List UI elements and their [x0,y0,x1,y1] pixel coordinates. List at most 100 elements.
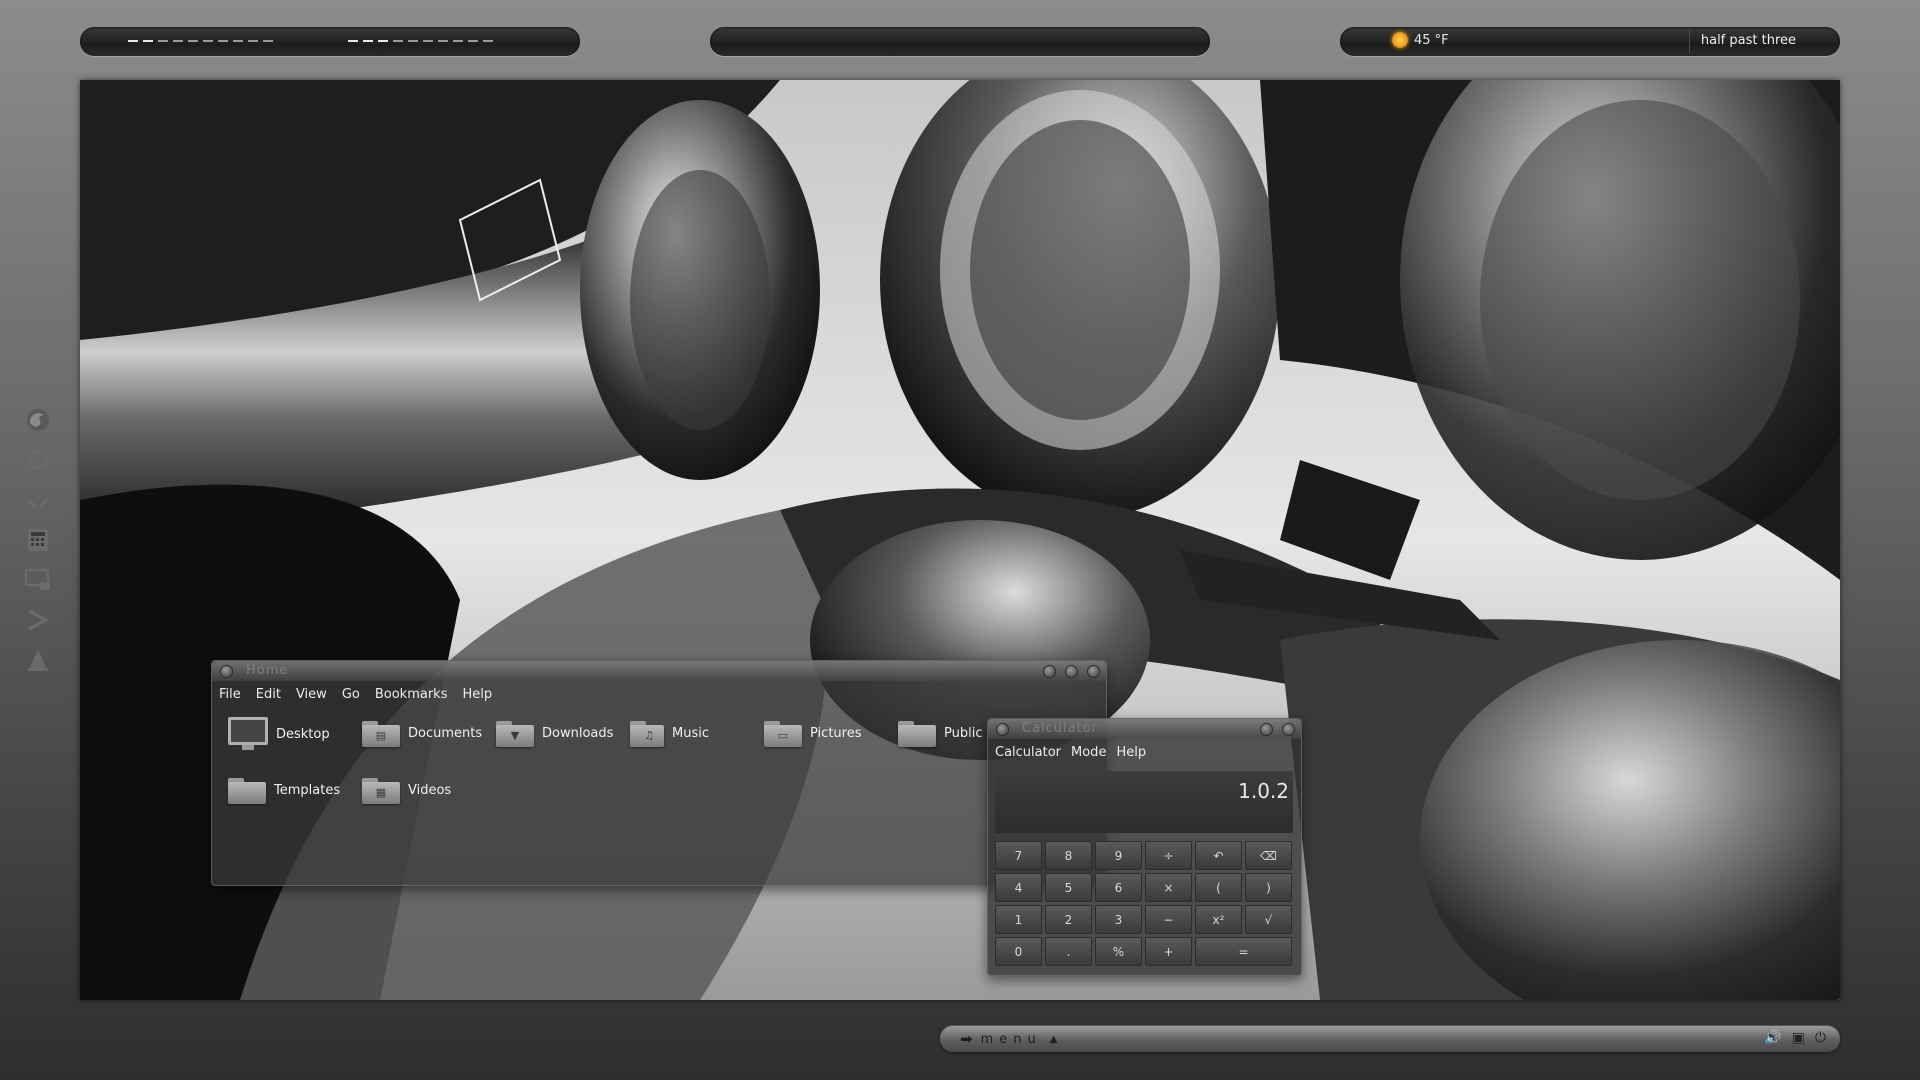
triangle-up-icon: ▲ [1049,1033,1058,1045]
menu-file[interactable]: File [219,687,241,702]
top-panel-left [80,27,580,56]
calculator-window[interactable]: Calculator Calculator Mode Help 1.0.2 7 … [987,718,1302,976]
calculator-titlebar[interactable]: Calculator [988,719,1301,739]
place-downloads[interactable]: ▼ Downloads [496,719,613,747]
volume-icon[interactable]: 🔊 [1764,1030,1781,1046]
key-sqrt[interactable]: √ [1245,905,1292,934]
key-decimal[interactable]: . [1045,937,1092,966]
key-close-paren[interactable]: ) [1245,873,1292,902]
place-documents[interactable]: ▤ Documents [362,719,482,747]
calculator-title: Calculator [1022,721,1099,736]
key-subtract[interactable]: − [1145,905,1192,934]
place-public[interactable]: Public [898,719,982,747]
downloads-folder-icon: ▼ [496,719,534,747]
key-4[interactable]: 4 [995,873,1042,902]
vlc-icon[interactable] [18,640,58,680]
place-pictures[interactable]: ▭ Pictures [764,719,861,747]
place-label: Desktop [276,726,330,742]
key-5[interactable]: 5 [1045,873,1092,902]
key-0[interactable]: 0 [995,937,1042,966]
key-open-paren[interactable]: ( [1195,873,1242,902]
place-label: Pictures [810,725,862,741]
weather-temperature: 45 °F [1414,32,1449,48]
menu-help[interactable]: Help [462,687,492,702]
menu-view[interactable]: View [296,687,327,702]
music-folder-icon: ♫ [630,719,664,747]
system-tray: 🔊 ▣ ⏻ [1764,1030,1826,1046]
file-manager-menubar: File Edit View Go Bookmarks Help [212,681,1106,707]
key-8[interactable]: 8 [1045,841,1092,870]
key-divide[interactable]: ÷ [1145,841,1192,870]
menu-help[interactable]: Help [1116,745,1146,760]
key-7[interactable]: 7 [995,841,1042,870]
videos-folder-icon: ▦ [362,776,400,804]
place-label: Documents [408,725,483,741]
window-menu-icon[interactable] [220,665,233,678]
key-add[interactable]: + [1145,937,1192,966]
monitor-icon [228,717,268,751]
public-folder-icon [898,719,936,747]
menu-button[interactable]: ➡ menu ▲ [960,1030,1057,1048]
weather-widget[interactable]: 45 °F [1392,32,1449,48]
key-2[interactable]: 2 [1045,905,1092,934]
menu-mode[interactable]: Mode [1071,745,1106,760]
key-6[interactable]: 6 [1095,873,1142,902]
panel-divider [1689,30,1690,53]
dock [18,400,58,680]
workspace-indicator-1[interactable] [128,40,273,42]
menu-go[interactable]: Go [342,687,360,702]
window-menu-icon[interactable] [996,723,1009,736]
file-manager-title: Home [246,663,289,678]
bottom-panel: ➡ menu ▲ 🔊 ▣ ⏻ [940,1026,1840,1052]
network-icon[interactable]: ▣ [1792,1030,1805,1046]
workspace-indicator-2[interactable] [348,40,493,42]
documents-folder-icon: ▤ [362,719,400,747]
place-desktop[interactable]: Desktop [228,717,330,751]
display-icon[interactable] [18,560,58,600]
key-1[interactable]: 1 [995,905,1042,934]
place-label: Music [672,725,709,741]
thunderbird-icon[interactable] [18,480,58,520]
key-equals[interactable]: = [1195,937,1292,966]
undo-icon[interactable]: ↶ [1195,841,1242,870]
sun-icon [1392,32,1408,48]
arrow-right-icon: ➡ [960,1030,973,1048]
calculator-value: 1.0.2 [1238,779,1289,803]
top-panel-center [710,27,1210,56]
calculator-icon[interactable] [18,520,58,560]
pictures-folder-icon: ▭ [764,719,802,747]
place-label: Templates [274,782,341,798]
maximize-button[interactable] [1065,665,1078,678]
key-percent[interactable]: % [1095,937,1142,966]
key-multiply[interactable]: × [1145,873,1192,902]
place-label: Downloads [542,725,614,741]
backspace-icon[interactable]: ⌫ [1245,841,1292,870]
minimize-button[interactable] [1043,665,1056,678]
file-manager-window[interactable]: Home File Edit View Go Bookmarks Help De… [211,660,1107,886]
power-icon[interactable]: ⏻ [1815,1030,1826,1046]
place-music[interactable]: ♫ Music [630,719,709,747]
clock[interactable]: half past three [1701,33,1796,48]
firefox-icon[interactable] [18,400,58,440]
menu-bookmarks[interactable]: Bookmarks [375,687,448,702]
templates-folder-icon [228,776,266,804]
update-icon[interactable] [18,440,58,480]
menu-label: menu [980,1031,1042,1047]
key-9[interactable]: 9 [1095,841,1142,870]
close-button[interactable] [1282,723,1295,736]
menu-edit[interactable]: Edit [256,687,281,702]
calculator-keypad: 7 8 9 ÷ ↶ ⌫ 4 5 6 × ( ) 1 2 3 − x² √ 0 .… [995,841,1293,966]
menu-calculator[interactable]: Calculator [995,745,1061,760]
minimize-button[interactable] [1260,723,1273,736]
close-button[interactable] [1087,665,1100,678]
file-manager-titlebar[interactable]: Home [212,661,1106,681]
place-videos[interactable]: ▦ Videos [362,776,451,804]
place-templates[interactable]: Templates [228,776,340,804]
place-label: Public [944,725,983,741]
terminal-icon[interactable] [18,600,58,640]
calculator-display[interactable]: 1.0.2 [995,771,1293,833]
key-square[interactable]: x² [1195,905,1242,934]
calculator-menubar: Calculator Mode Help [988,739,1301,765]
top-panel-right: 45 °F half past three [1340,27,1840,56]
key-3[interactable]: 3 [1095,905,1142,934]
